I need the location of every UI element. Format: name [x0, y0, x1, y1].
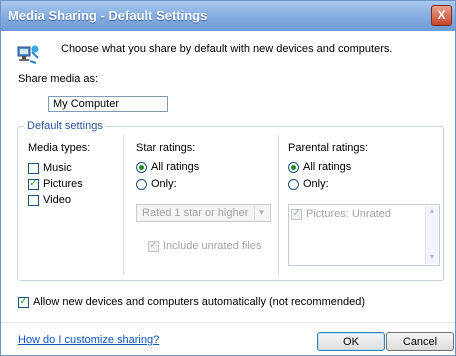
pictures-checkbox[interactable]: ✓: [28, 178, 39, 190]
media-types-title: Media types:: [28, 142, 91, 154]
music-label: Music: [43, 162, 72, 174]
allow-devices-option[interactable]: ✓ Allow new devices and computers automa…: [18, 295, 365, 309]
media-sharing-icon: [16, 43, 40, 67]
star-only-option[interactable]: Only:: [136, 177, 177, 191]
help-link[interactable]: How do I customize sharing?: [18, 334, 159, 346]
video-checkbox[interactable]: [28, 194, 39, 206]
title-bar[interactable]: Media Sharing - Default Settings X: [1, 1, 455, 31]
include-unrated-label: Include unrated files: [163, 240, 262, 252]
column-divider: [123, 135, 124, 275]
footer-divider: [1, 322, 455, 323]
parental-all-ratings-radio[interactable]: [288, 161, 299, 173]
chevron-down-icon: ▼: [254, 206, 268, 220]
dialog-window: Media Sharing - Default Settings X Choos…: [0, 0, 456, 356]
close-icon: X: [437, 8, 446, 22]
allow-devices-label: Allow new devices and computers automati…: [33, 296, 365, 308]
parental-only-label: Only:: [303, 178, 329, 190]
media-type-video[interactable]: Video: [28, 193, 71, 207]
ok-button[interactable]: OK: [317, 332, 385, 351]
listbox-scrollbar[interactable]: ▲ ▼: [425, 206, 438, 264]
star-all-ratings-radio[interactable]: [136, 161, 147, 173]
media-type-music[interactable]: Music: [28, 161, 72, 175]
media-type-pictures[interactable]: ✓ Pictures: [28, 177, 83, 191]
pictures-unrated-checkbox[interactable]: ✓: [291, 208, 302, 220]
list-item[interactable]: ✓ Pictures: Unrated: [291, 208, 391, 220]
share-media-label: Share media as:: [18, 73, 99, 85]
scroll-up-icon[interactable]: ▲: [427, 207, 437, 217]
parental-only-option[interactable]: Only:: [288, 177, 329, 191]
default-settings-group: Default settings Media types: Music ✓ Pi…: [17, 120, 444, 281]
star-only-label: Only:: [151, 178, 177, 190]
include-unrated-option[interactable]: ✓ Include unrated files: [148, 239, 261, 253]
video-label: Video: [43, 194, 71, 206]
star-ratings-title: Star ratings:: [136, 142, 196, 154]
star-only-radio[interactable]: [136, 178, 147, 190]
star-rating-dropdown[interactable]: Rated 1 star or higher ▼: [136, 204, 271, 222]
pictures-label: Pictures: [43, 178, 83, 190]
header-description: Choose what you share by default with ne…: [61, 43, 393, 55]
music-checkbox[interactable]: [28, 162, 39, 174]
parental-ratings-listbox[interactable]: ✓ Pictures: Unrated ▲ ▼: [288, 204, 440, 266]
window-title: Media Sharing - Default Settings: [8, 8, 208, 23]
close-button[interactable]: X: [431, 5, 452, 26]
parental-all-ratings-label: All ratings: [303, 161, 352, 173]
parental-all-ratings-option[interactable]: All ratings: [288, 160, 351, 174]
star-all-ratings-label: All ratings: [151, 161, 200, 173]
include-unrated-checkbox[interactable]: ✓: [148, 240, 159, 252]
pictures-unrated-label: Pictures: Unrated: [306, 208, 391, 220]
scroll-down-icon[interactable]: ▼: [427, 253, 437, 263]
parental-only-radio[interactable]: [288, 178, 299, 190]
column-divider: [278, 135, 279, 275]
default-settings-legend: Default settings: [24, 120, 106, 132]
star-all-ratings-option[interactable]: All ratings: [136, 160, 199, 174]
cancel-button[interactable]: Cancel: [386, 332, 454, 351]
allow-devices-checkbox[interactable]: ✓: [18, 296, 29, 308]
star-rating-dropdown-value: Rated 1 star or higher: [142, 207, 249, 219]
share-media-input[interactable]: [48, 96, 168, 112]
parental-ratings-title: Parental ratings:: [288, 142, 369, 154]
